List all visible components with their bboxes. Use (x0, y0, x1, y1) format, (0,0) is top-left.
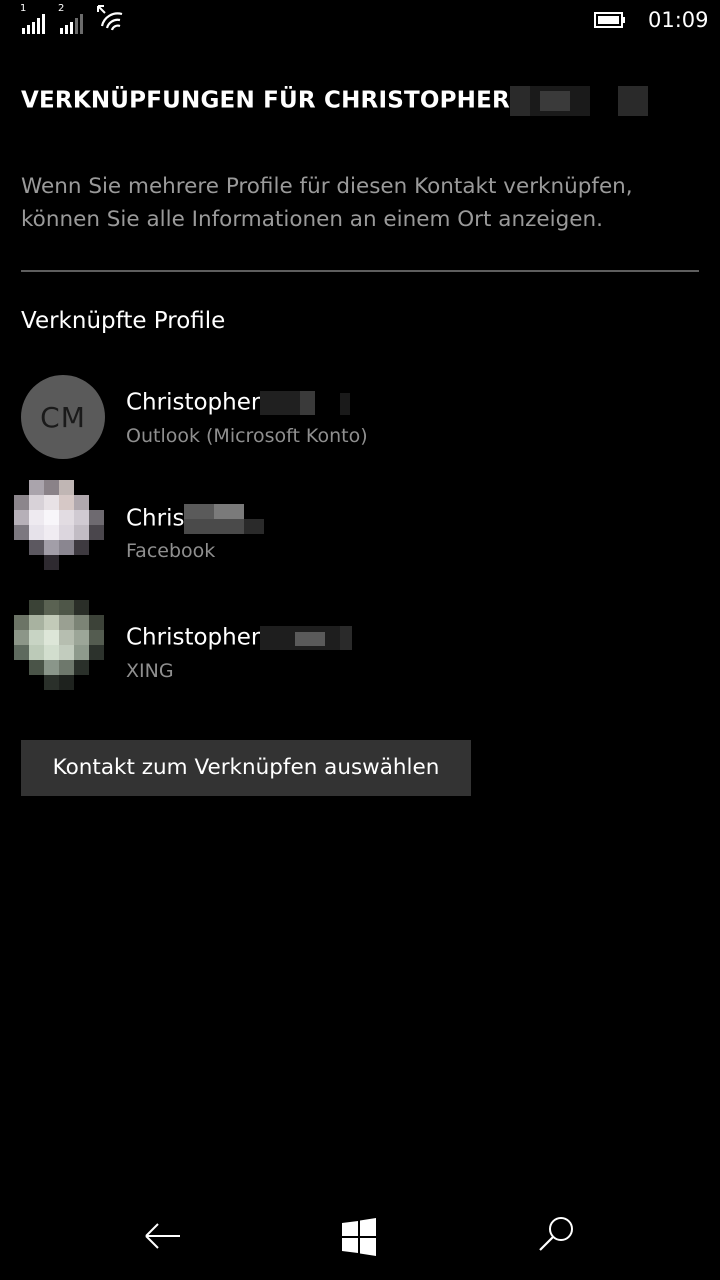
profile-source: Facebook (126, 540, 216, 562)
profile-name-text: Christopher (126, 389, 261, 416)
redacted-block (184, 504, 269, 534)
avatar (14, 480, 106, 572)
navigation-bar (0, 1190, 720, 1280)
profile-name-text: Chris (126, 505, 185, 532)
profile-source: Outlook (Microsoft Konto) (126, 425, 368, 447)
sim2-label: 2 (58, 3, 65, 14)
windows-logo-icon[interactable] (336, 1212, 386, 1262)
redacted-block (260, 389, 355, 417)
sim1-label: 1 (20, 3, 27, 14)
profile-name: Christopher (126, 389, 355, 417)
section-label: Verknüpfte Profile (21, 308, 226, 334)
select-contact-to-link-button[interactable]: Kontakt zum Verknüpfen auswählen (21, 740, 471, 796)
linked-profile-item[interactable]: Christopher XING (0, 600, 720, 706)
redacted-block (260, 624, 355, 652)
status-bar: 1 2 01:09 (0, 0, 720, 40)
back-arrow-icon[interactable] (140, 1212, 190, 1262)
wifi-icon (97, 5, 123, 31)
page-title: VERKNÜPFUNGEN FÜR CHRISTOPHER (21, 86, 650, 116)
avatar: CM (21, 375, 105, 459)
search-icon[interactable] (532, 1212, 582, 1262)
linked-profile-item[interactable]: Chris Facebook (0, 480, 720, 586)
redacted-block (509, 86, 650, 116)
profile-name: Chris (126, 504, 269, 534)
page-title-text: VERKNÜPFUNGEN FÜR CHRISTOPHER (21, 87, 510, 114)
battery-icon (594, 12, 625, 28)
profile-name: Christopher (126, 624, 355, 652)
clock: 01:09 (648, 8, 709, 32)
linked-profile-item[interactable]: CM Christopher Outlook (Microsoft Konto) (0, 375, 720, 471)
avatar (14, 600, 106, 692)
divider (21, 270, 699, 272)
profile-source: XING (126, 660, 174, 682)
profile-name-text: Christopher (126, 624, 261, 651)
description: Wenn Sie mehrere Profile für diesen Kont… (21, 174, 633, 232)
